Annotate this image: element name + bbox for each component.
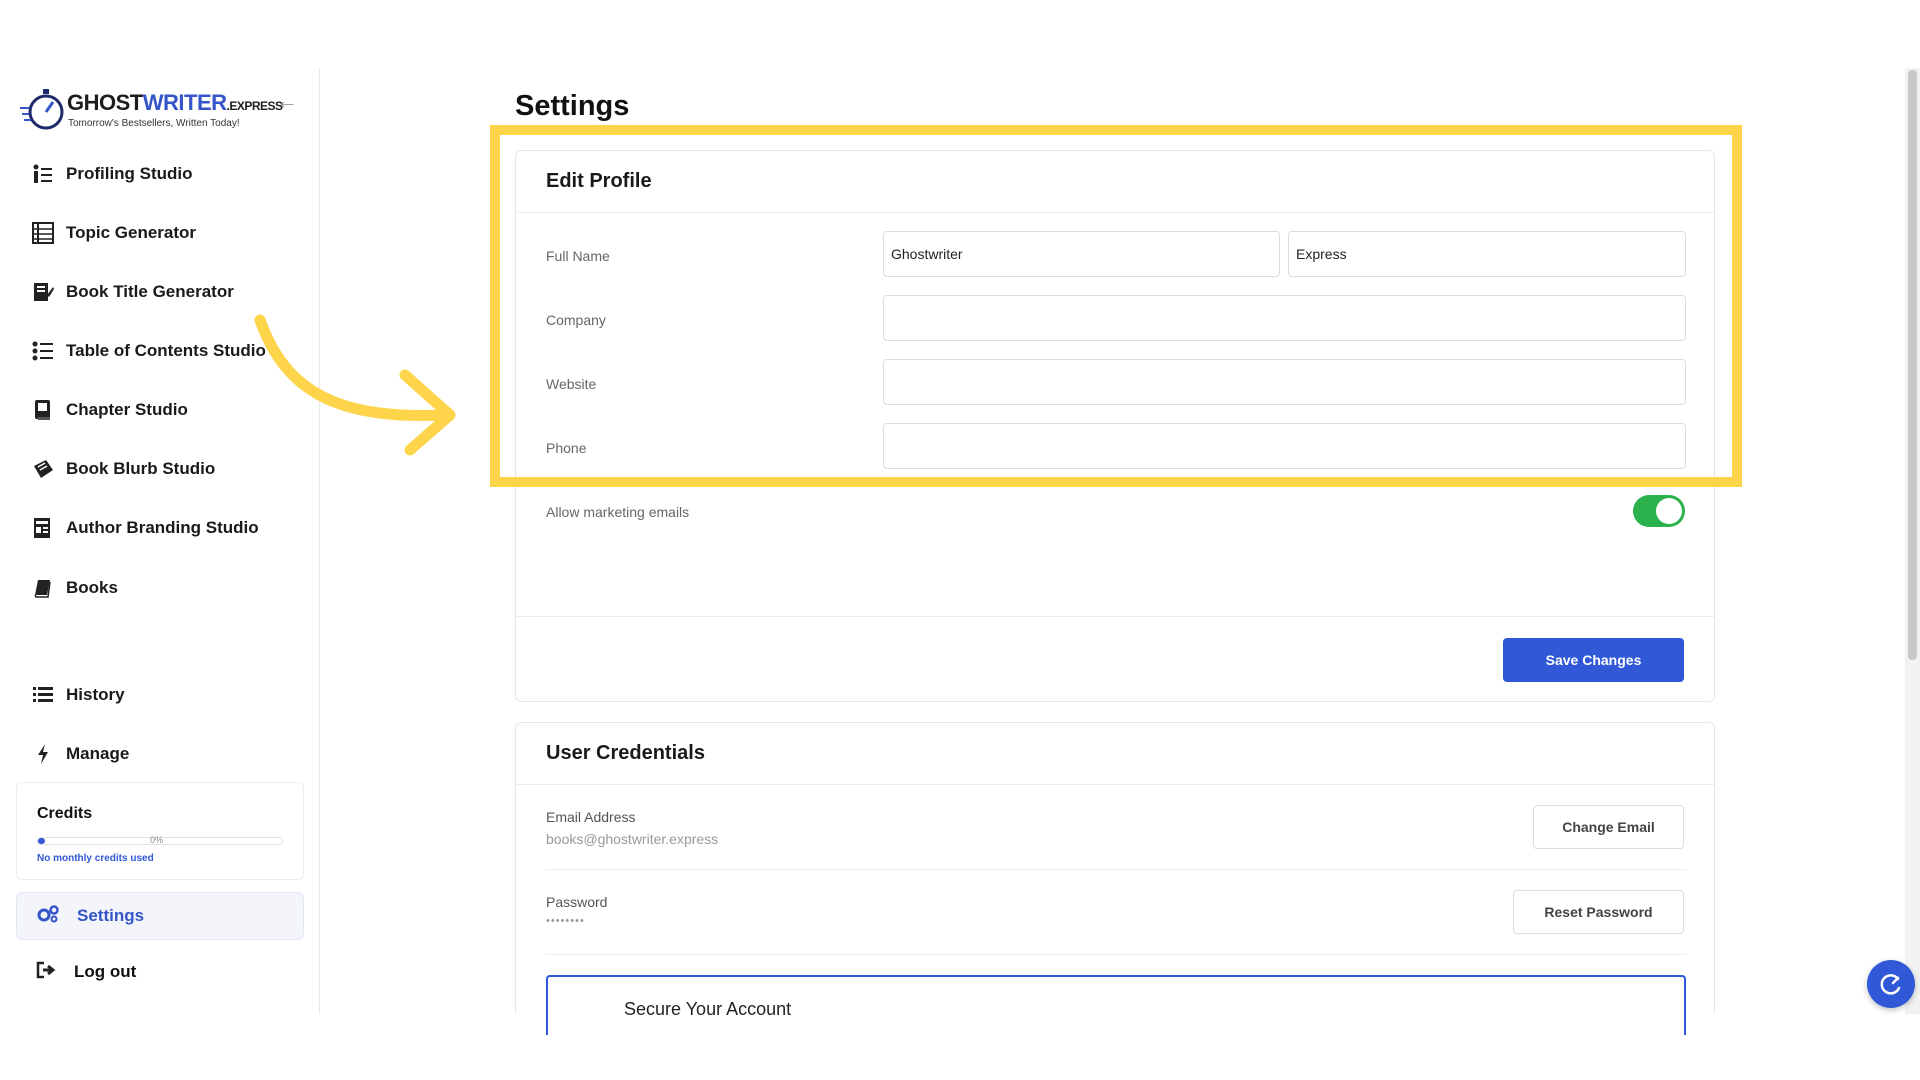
history-list-icon <box>30 682 56 708</box>
edit-profile-title: Edit Profile <box>516 151 1714 213</box>
sidebar-item-label: Topic Generator <box>66 223 197 242</box>
branding-icon <box>30 515 56 541</box>
help-chat-button[interactable] <box>1867 960 1915 1008</box>
sidebar-item-book-title-generator[interactable]: Book Title Generator <box>30 275 234 309</box>
sidebar-item-label: Settings <box>77 906 145 925</box>
stopwatch-logo-icon <box>20 89 64 130</box>
secure-account-panel: Secure Your Account <box>546 975 1686 1035</box>
sidebar-item-label: Manage <box>66 744 130 763</box>
sidebar-item-author-branding-studio[interactable]: Author Branding Studio <box>30 511 259 545</box>
credits-progress-fill <box>38 838 46 844</box>
website-input[interactable] <box>883 359 1686 405</box>
company-input[interactable] <box>883 295 1686 341</box>
credits-title: Credits <box>37 805 93 822</box>
password-value: •••••••• <box>546 915 585 927</box>
sidebar-item-label: Chapter Studio <box>66 400 188 419</box>
sidebar-item-label: Profiling Studio <box>66 164 193 183</box>
sidebar-item-books[interactable]: Books <box>30 571 118 605</box>
book-icon <box>30 575 56 601</box>
arrow-left-icon: ← <box>276 88 298 113</box>
marketing-emails-toggle[interactable] <box>1633 495 1685 527</box>
page-title: Settings <box>515 90 630 122</box>
sidebar: GHOSTWRITER.EXPRESS Tomorrow's Bestselle… <box>0 68 320 1014</box>
password-label: Password <box>546 894 608 910</box>
sidebar-item-history[interactable]: History <box>30 678 125 712</box>
sidebar-item-topic-generator[interactable]: Topic Generator <box>30 216 196 250</box>
sidebar-item-label: Books <box>66 578 118 597</box>
credits-panel: Credits 0% No monthly credits used <box>16 782 304 880</box>
email-address-value: books@ghostwriter.express <box>546 831 719 847</box>
chapter-book-icon <box>30 397 56 423</box>
collapse-sidebar-button[interactable]: ← <box>274 88 300 114</box>
book-edit-icon <box>30 279 56 305</box>
website-label: Website <box>546 376 597 392</box>
sidebar-item-chapter-studio[interactable]: Chapter Studio <box>30 393 188 427</box>
credits-percent: 0% <box>150 835 164 845</box>
full-name-label: Full Name <box>546 248 610 264</box>
change-email-button[interactable]: Change Email <box>1533 805 1684 849</box>
phone-label: Phone <box>546 440 587 456</box>
sidebar-item-label: Book Blurb Studio <box>66 459 216 478</box>
save-changes-button[interactable]: Save Changes <box>1503 638 1684 682</box>
sidebar-item-table-of-contents-studio[interactable]: Table of Contents Studio <box>30 334 266 368</box>
logout-icon <box>36 961 56 984</box>
sidebar-item-label: Table of Contents Studio <box>66 341 266 360</box>
sidebar-item-label: Book Title Generator <box>66 282 234 301</box>
sidebar-item-settings[interactable]: Settings <box>16 892 304 940</box>
phone-input[interactable] <box>883 423 1686 469</box>
user-credentials-title: User Credentials <box>516 723 1714 785</box>
lightning-icon <box>30 741 56 767</box>
chat-refresh-icon <box>1880 974 1901 995</box>
sidebar-item-label: Author Branding Studio <box>66 518 259 537</box>
sidebar-item-logout[interactable]: Log out <box>36 948 136 996</box>
sidebar-item-label: History <box>66 685 125 704</box>
toggle-knob <box>1656 498 1682 524</box>
logo-tagline: Tomorrow's Bestsellers, Written Today! <box>68 118 240 129</box>
secure-account-title: Secure Your Account <box>624 999 792 1019</box>
sidebar-item-book-blurb-studio[interactable]: Book Blurb Studio <box>30 452 215 486</box>
blurb-book-icon <box>30 456 56 482</box>
credits-note: No monthly credits used <box>37 853 154 864</box>
sidebar-item-manage[interactable]: Manage <box>30 737 129 771</box>
sidebar-item-label: Log out <box>74 962 137 981</box>
marketing-emails-label: Allow marketing emails <box>546 504 690 520</box>
card-divider <box>516 616 1714 617</box>
topic-grid-icon <box>30 220 56 246</box>
row-divider <box>546 869 1686 870</box>
logo-wordmark: GHOSTWRITER.EXPRESS <box>67 90 283 115</box>
company-label: Company <box>546 312 606 328</box>
last-name-input[interactable]: Express <box>1288 231 1686 277</box>
sidebar-item-profiling-studio[interactable]: Profiling Studio <box>30 157 193 191</box>
user-credentials-card: User Credentials Email Address books@gho… <box>515 722 1715 1035</box>
email-address-label: Email Address <box>546 809 636 825</box>
row-divider <box>546 954 1686 955</box>
toc-list-icon <box>30 338 56 364</box>
page-scrollbar-thumb[interactable] <box>1908 70 1917 660</box>
edit-profile-card: Edit Profile Full Name Ghostwriter Expre… <box>515 150 1715 702</box>
reset-password-button[interactable]: Reset Password <box>1513 890 1684 934</box>
brand-logo[interactable]: GHOSTWRITER.EXPRESS Tomorrow's Bestselle… <box>20 86 283 134</box>
first-name-input[interactable]: Ghostwriter <box>883 231 1280 277</box>
profile-list-icon <box>30 161 56 187</box>
gears-icon <box>37 904 59 928</box>
